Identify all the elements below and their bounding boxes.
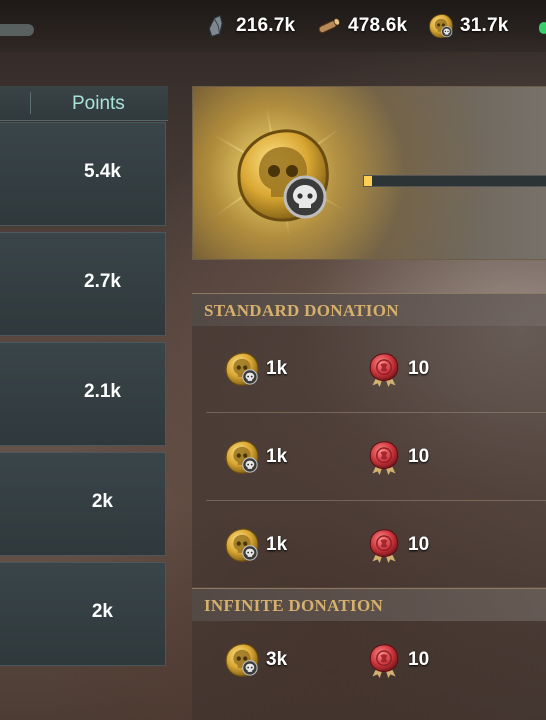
- wax-seal-icon: [366, 642, 402, 678]
- skull-coin-icon: [224, 527, 260, 563]
- ranking-points: 2.1k: [84, 381, 121, 402]
- cost-amount: 1k: [266, 446, 288, 467]
- ranking-points: 2.7k: [84, 271, 121, 292]
- skull-coin-icon: [224, 351, 260, 387]
- reward-banner: [192, 86, 546, 260]
- donation-reward: 10: [366, 439, 429, 475]
- standard-donation-header: STANDARD DONATION: [192, 293, 546, 326]
- ranking-row[interactable]: 2k: [0, 562, 166, 666]
- gold-coin-resource-icon: [428, 13, 454, 39]
- resource-stone[interactable]: 216.7k: [204, 12, 295, 40]
- resource-bar: 216.7k 478.6k 31.7k: [0, 0, 546, 52]
- donation-reward: 10: [366, 527, 429, 563]
- wax-seal-icon: [366, 439, 402, 475]
- menu-tab-decoration[interactable]: [0, 24, 34, 36]
- cost-amount: 1k: [266, 534, 288, 555]
- ranking-row[interactable]: 2k: [0, 452, 166, 556]
- donation-cost: 1k: [224, 439, 287, 475]
- standard-donation-title: STANDARD DONATION: [204, 301, 399, 320]
- skull-coin-icon: [224, 439, 260, 475]
- wood-amount: 478.6k: [348, 15, 408, 36]
- reward-amount: 10: [408, 649, 430, 670]
- ranking-points: 2k: [91, 491, 113, 512]
- wax-seal-icon: [366, 527, 402, 563]
- donation-row[interactable]: 1k 10: [192, 501, 546, 589]
- donation-reward: 10: [366, 351, 429, 387]
- ranking-row[interactable]: 2.7k: [0, 232, 166, 336]
- donation-row[interactable]: 1k 10: [192, 325, 546, 413]
- progress-fill: [364, 176, 372, 186]
- ranking-row[interactable]: 5.4k: [0, 122, 166, 226]
- reward-amount: 10: [408, 358, 430, 379]
- infinite-donation-panel: INFINITE DONATION 3k 10: [192, 588, 546, 720]
- donation-reward: 10: [366, 642, 429, 678]
- stone-resource-icon: [204, 13, 230, 39]
- cost-amount: 3k: [266, 649, 288, 670]
- donation-progress-bar: [363, 175, 546, 187]
- donation-row[interactable]: 3k 10: [192, 616, 546, 704]
- points-column-label: Points: [72, 93, 125, 114]
- ranking-points: 2k: [91, 601, 113, 622]
- stone-amount: 216.7k: [236, 15, 296, 36]
- skull-coin-icon: [224, 642, 260, 678]
- wood-resource-icon: [316, 13, 342, 39]
- ranking-row[interactable]: 2.1k: [0, 342, 166, 446]
- ranking-points: 5.4k: [84, 161, 121, 182]
- reward-amount: 10: [408, 534, 430, 555]
- donation-cost: 3k: [224, 642, 287, 678]
- ranking-header: Points: [0, 86, 168, 121]
- skull-coin-icon[interactable]: [233, 125, 333, 225]
- resource-wood[interactable]: 478.6k: [316, 12, 407, 40]
- donation-row[interactable]: 1k 10: [192, 413, 546, 501]
- cost-amount: 1k: [266, 358, 288, 379]
- standard-donation-panel: STANDARD DONATION 1k 10 1k 10 1k 10: [192, 293, 546, 587]
- gold-coin-amount: 31.7k: [460, 15, 509, 36]
- donation-cost: 1k: [224, 351, 287, 387]
- column-divider: [30, 92, 31, 114]
- reward-amount: 10: [408, 446, 430, 467]
- infinite-donation-title: INFINITE DONATION: [204, 596, 384, 615]
- resource-gold-coin[interactable]: 31.7k: [428, 12, 509, 40]
- online-status-icon: [539, 22, 546, 34]
- donation-cost: 1k: [224, 527, 287, 563]
- wax-seal-icon: [366, 351, 402, 387]
